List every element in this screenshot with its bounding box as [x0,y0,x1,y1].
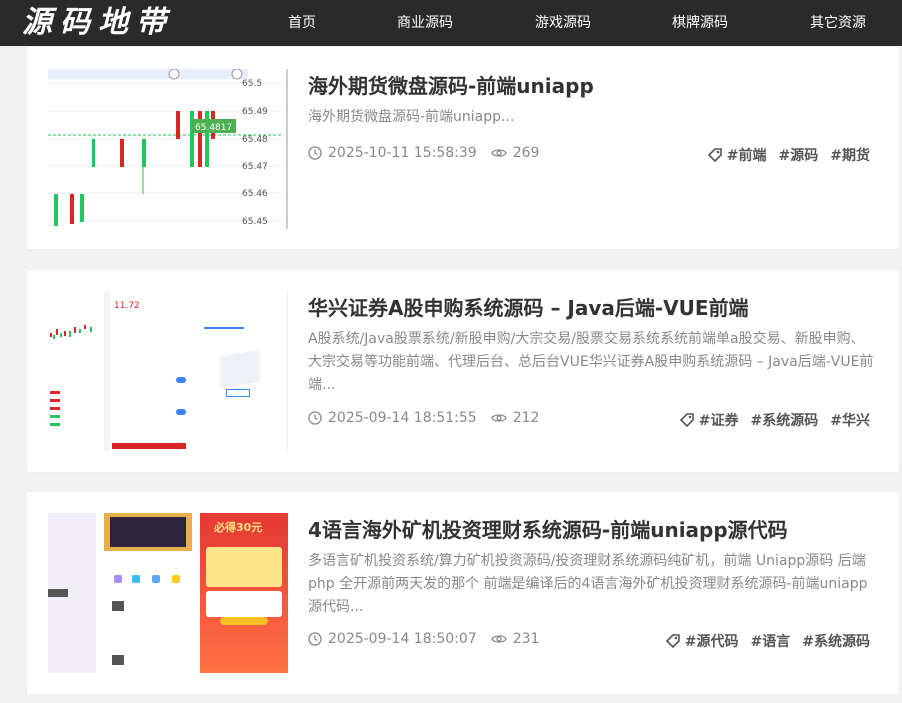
nav-home[interactable]: 首页 [288,0,316,46]
tag-icon [707,148,722,163]
tag-link[interactable]: #证券 [699,410,739,430]
stock-app-screen [48,291,100,451]
nav-game-source[interactable]: 游戏源码 [535,0,591,46]
post-card[interactable]: 必得30元 4语言海外矿机投资理财系统源码-前端uniapp源代码 多语言矿机投… [27,492,899,694]
axis-label: 65.48 [242,135,268,145]
tag-link[interactable]: #华兴 [830,410,870,430]
site-logo[interactable]: 源码地带 [22,4,174,42]
clock-icon [308,146,322,160]
stock-trade-screen: 11.72 [104,291,194,451]
clock-icon [308,632,322,646]
order-screen [198,291,288,451]
tag-link[interactable]: #系统源码 [802,631,870,651]
post-date: 2025-09-14 18:51:55 [328,410,477,426]
post-excerpt: 多语言矿机投资系统/算力矿机投资源码/投资理财系统源码纯矿机，前端 Uniapp… [308,553,868,615]
price-badge: 65.4817 [195,123,232,133]
nav-commercial-source[interactable]: 商业源码 [397,0,453,46]
eye-icon [490,635,507,643]
eye-icon [490,414,507,422]
post-excerpt: A股系统/Java股票系统/新股申购/大宗交易/股票交易系统系统前端单a股交易、… [308,331,874,393]
axis-label: 65.45 [242,217,268,227]
stock-price: 11.72 [114,301,140,311]
candlestick-chart-thumbnail: 65.4817 65.5 65.49 65.48 65.47 65.46 65.… [48,69,288,229]
post-meta: 2025-09-14 18:51:55 212 [308,410,539,426]
post-tags: #源代码 #语言 #系统源码 [665,631,870,651]
post-views: 269 [512,145,540,161]
post-title[interactable]: 华兴证券A股申购系统源码 – Java后端-VUE前端 [308,292,749,321]
post-views: 212 [512,410,540,426]
promo-screen: 必得30元 [200,513,288,673]
tag-link[interactable]: #前端 [727,145,767,165]
mining-app-screen [104,513,192,673]
axis-label: 65.49 [242,107,268,117]
post-card[interactable]: 65.4817 65.5 65.49 65.48 65.47 65.46 65.… [27,47,899,249]
post-thumbnail[interactable]: 必得30元 [48,513,288,673]
tag-link[interactable]: #语言 [751,631,791,651]
post-excerpt: 海外期货微盘源码-前端uniapp... [308,109,515,125]
axis-label: 65.5 [242,79,262,89]
app-screen-left [48,513,96,673]
axis-label: 65.46 [242,189,268,199]
post-title[interactable]: 海外期货微盘源码-前端uniapp [308,70,594,99]
post-thumbnail[interactable]: 65.4817 65.5 65.49 65.48 65.47 65.46 65.… [48,69,288,229]
post-tags: #前端 #源码 #期货 [707,145,870,165]
tag-link[interactable]: #源码 [779,145,819,165]
post-meta: 2025-09-14 18:50:07 231 [308,631,539,647]
post-meta: 2025-10-11 15:58:39 269 [308,145,539,161]
eye-icon [490,149,507,157]
post-views: 231 [512,631,540,647]
tag-link[interactable]: #期货 [830,145,870,165]
tag-link[interactable]: #源代码 [685,631,739,651]
nav-chess-source[interactable]: 棋牌源码 [672,0,728,46]
nav-other-resources[interactable]: 其它资源 [810,0,866,46]
post-tags: #证券 #系统源码 #华兴 [679,410,870,430]
post-date: 2025-09-14 18:50:07 [328,631,477,647]
top-navigation-bar: 源码地带 首页 商业源码 游戏源码 棋牌源码 其它资源 [0,0,902,46]
axis-label: 65.47 [242,162,268,172]
post-title[interactable]: 4语言海外矿机投资理财系统源码-前端uniapp源代码 [308,514,788,543]
tag-link[interactable]: #系统源码 [751,410,819,430]
tag-icon [665,634,680,649]
promo-text: 必得30元 [214,521,263,534]
clock-icon [308,411,322,425]
tag-icon [679,413,694,428]
post-thumbnail[interactable]: 11.72 [48,291,288,451]
post-date: 2025-10-11 15:58:39 [328,145,477,161]
post-card[interactable]: 11.72 华兴证券A股申购系统源码 – Java后端-VUE前端 A股系统/J… [27,270,899,472]
